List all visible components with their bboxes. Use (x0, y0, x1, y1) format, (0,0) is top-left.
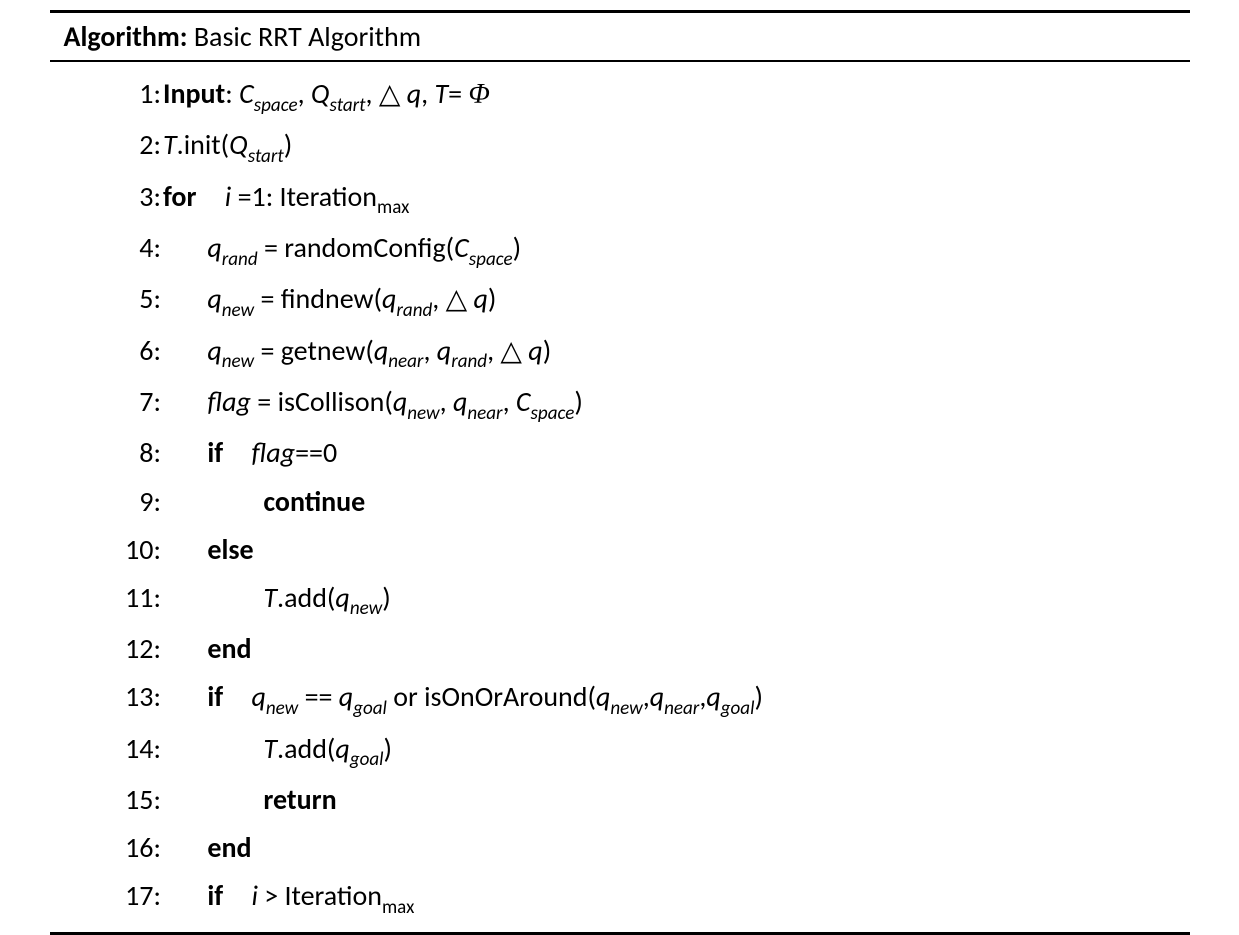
algorithm-body: 1 : Input: Cspace, Qstart, △ q, T= Φ 2 :… (50, 62, 1190, 932)
line-content: if qnew == qgoal or isOnOrAround(qnew,qn… (163, 673, 1190, 724)
algo-line: 7 : flag = isCollison(qnew, qnear, Cspac… (50, 378, 1190, 429)
line-number: 13 (106, 673, 154, 721)
algo-line: 10 : else (50, 526, 1190, 574)
algo-line: 3 : for i =1: Iterationmax (50, 173, 1190, 224)
line-number: 9 (106, 478, 154, 526)
algo-line: 2 : T.init(Qstart) (50, 121, 1190, 172)
algo-line: 9 : continue (50, 478, 1190, 526)
line-content: continue (163, 478, 1190, 526)
line-content: return (163, 776, 1190, 824)
line-content: end (163, 824, 1190, 872)
algo-line: 14 : T.add(qgoal) (50, 725, 1190, 776)
line-content: for i =1: Iterationmax (163, 173, 1190, 224)
line-content: else (163, 526, 1190, 574)
line-content: qrand = randomConfig(Cspace) (163, 224, 1190, 275)
line-content: if flag==0 (163, 429, 1190, 477)
line-number: 12 (106, 625, 154, 673)
line-content: T.add(qgoal) (163, 725, 1190, 776)
algo-line: 15 : return (50, 776, 1190, 824)
line-content: end (163, 625, 1190, 673)
line-number: 15 (106, 776, 154, 824)
algo-line: 17 : if i > Iterationmax (50, 872, 1190, 923)
line-number: 11 (106, 574, 154, 622)
algo-line: 5 : qnew = findnew(qrand, △ q) (50, 275, 1190, 326)
algo-line: 12 : end (50, 625, 1190, 673)
rule-bottom (50, 932, 1190, 935)
line-content: qnew = findnew(qrand, △ q) (163, 275, 1190, 326)
algo-line: 4 : qrand = randomConfig(Cspace) (50, 224, 1190, 275)
algo-line: 6 : qnew = getnew(qnear, qrand, △ q) (50, 327, 1190, 378)
line-number: 5 (106, 275, 154, 323)
algo-line: 11 : T.add(qnew) (50, 574, 1190, 625)
line-content: qnew = getnew(qnear, qrand, △ q) (163, 327, 1190, 378)
line-number: 16 (106, 824, 154, 872)
line-content: if i > Iterationmax (163, 872, 1190, 923)
line-number: 17 (106, 872, 154, 920)
line-content: T.init(Qstart) (163, 121, 1190, 172)
algorithm-header: Algorithm: Basic RRT Algorithm (50, 13, 1190, 60)
line-content: Input: Cspace, Qstart, △ q, T= Φ (163, 70, 1190, 121)
algo-line: 16 : end (50, 824, 1190, 872)
line-number: 3 (106, 173, 154, 221)
line-content: flag = isCollison(qnew, qnear, Cspace) (163, 378, 1190, 429)
line-number: 10 (106, 526, 154, 574)
algo-line: 1 : Input: Cspace, Qstart, △ q, T= Φ (50, 70, 1190, 121)
line-number: 4 (106, 224, 154, 272)
line-number: 6 (106, 327, 154, 375)
algorithm-block: Algorithm: Basic RRT Algorithm 1 : Input… (50, 10, 1190, 935)
line-number: 1 (106, 70, 154, 118)
line-content: T.add(qnew) (163, 574, 1190, 625)
algo-line: 13 : if qnew == qgoal or isOnOrAround(qn… (50, 673, 1190, 724)
header-title: Basic RRT Algorithm (194, 19, 421, 54)
algo-line: 8 : if flag==0 (50, 429, 1190, 477)
line-number: 2 (106, 121, 154, 169)
header-label: Algorithm: (64, 19, 188, 54)
line-number: 8 (106, 429, 154, 477)
line-number: 14 (106, 725, 154, 773)
line-number: 7 (106, 378, 154, 426)
